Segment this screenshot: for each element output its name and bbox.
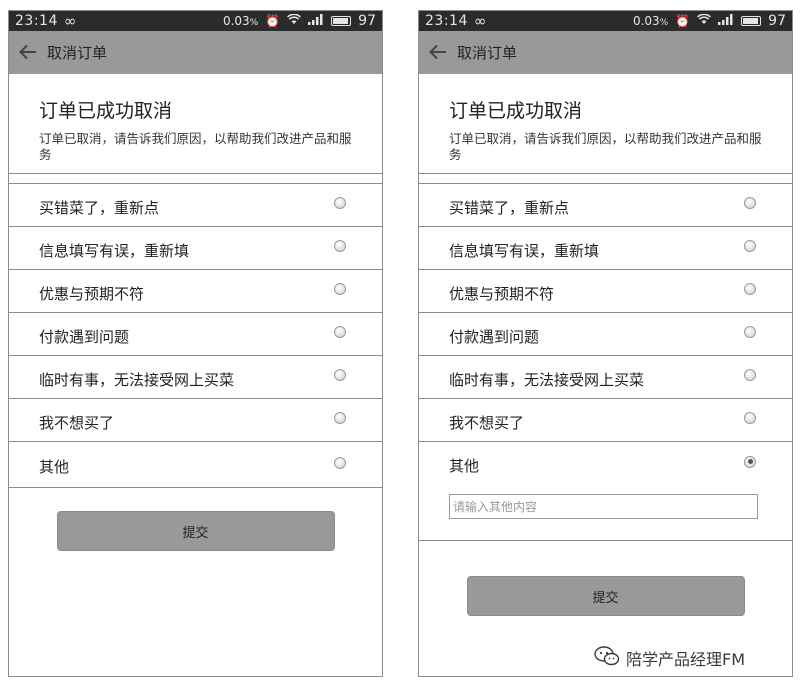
reason-list: 买错菜了，重新点 信息填写有误，重新填 优惠与预期不符 付款遇到问题 临时有事，… xyxy=(419,184,792,485)
watermark: 陪学产品经理FM xyxy=(592,646,748,670)
reason-label: 买错菜了，重新点 xyxy=(39,198,160,217)
divider xyxy=(419,174,792,184)
reason-option-other[interactable]: 其他 xyxy=(419,442,792,485)
alarm-icon: ⏰ xyxy=(675,14,691,28)
page-title: 取消订单 xyxy=(47,44,108,62)
radio-button[interactable] xyxy=(334,197,346,209)
header-subtitle: 订单已取消，请告诉我们原因，以帮助我们改进产品和服务 xyxy=(39,131,352,162)
battery-icon xyxy=(741,16,762,26)
reason-option[interactable]: 买错菜了，重新点 xyxy=(419,184,792,227)
other-reason-input[interactable]: 请输入其他内容 xyxy=(449,494,758,519)
radio-button[interactable] xyxy=(334,283,346,295)
submit-area: 提交 xyxy=(9,511,382,551)
back-arrow-icon[interactable] xyxy=(19,43,37,63)
status-time: 23:14 xyxy=(425,13,468,29)
phone-screen-right: 23:14 ∞ 0.03% ⏰ 97 取消订单 订单已成功取消 订单已取消，请告… xyxy=(418,10,793,677)
reason-list: 买错菜了，重新点 信息填写有误，重新填 优惠与预期不符 付款遇到问题 临时有事，… xyxy=(9,184,382,488)
radio-button[interactable] xyxy=(334,369,346,381)
reason-option[interactable]: 我不想买了 xyxy=(419,399,792,442)
data-rate: 0.03% xyxy=(632,14,669,28)
wifi-icon xyxy=(287,13,302,28)
battery-level: 97 xyxy=(358,13,376,29)
reason-option-other[interactable]: 其他 xyxy=(9,442,382,488)
reason-label: 我不想买了 xyxy=(39,413,115,432)
watermark-text: 陪学产品经理FM xyxy=(626,650,746,669)
nav-bar: 取消订单 xyxy=(9,31,382,74)
signal-icon xyxy=(718,14,734,28)
status-time: 23:14 xyxy=(15,13,58,29)
radio-button[interactable] xyxy=(744,369,756,381)
reason-option[interactable]: 优惠与预期不符 xyxy=(419,270,792,313)
reason-option[interactable]: 临时有事，无法接受网上买菜 xyxy=(419,356,792,399)
header-title: 订单已成功取消 xyxy=(39,100,173,122)
header-title: 订单已成功取消 xyxy=(449,100,583,122)
reason-label: 买错菜了，重新点 xyxy=(449,198,570,217)
cancel-header: 订单已成功取消 订单已取消，请告诉我们原因，以帮助我们改进产品和服务 xyxy=(9,74,382,174)
reason-option[interactable]: 信息填写有误，重新填 xyxy=(9,227,382,270)
reason-label: 信息填写有误，重新填 xyxy=(39,241,190,260)
radio-button[interactable] xyxy=(744,197,756,209)
page-title: 取消订单 xyxy=(457,44,518,62)
radio-button[interactable] xyxy=(744,412,756,424)
submit-button[interactable]: 提交 xyxy=(56,511,335,551)
reason-option[interactable]: 信息填写有误，重新填 xyxy=(419,227,792,270)
infinity-icon: ∞ xyxy=(63,12,77,30)
reason-label: 优惠与预期不符 xyxy=(39,284,145,303)
reason-label: 临时有事，无法接受网上买菜 xyxy=(449,370,645,389)
wifi-icon xyxy=(697,13,712,28)
reason-label: 其他 xyxy=(39,458,70,476)
reason-label: 其他 xyxy=(449,457,480,475)
radio-button[interactable] xyxy=(334,456,346,469)
data-rate: 0.03% xyxy=(222,14,259,28)
radio-button[interactable] xyxy=(334,412,346,424)
reason-option[interactable]: 我不想买了 xyxy=(9,399,382,442)
status-bar: 23:14 ∞ 0.03% ⏰ 97 xyxy=(419,11,792,31)
wechat-icon xyxy=(594,646,620,670)
radio-button[interactable] xyxy=(744,240,756,252)
header-subtitle: 订单已取消，请告诉我们原因，以帮助我们改进产品和服务 xyxy=(449,131,762,162)
reason-option[interactable]: 临时有事，无法接受网上买菜 xyxy=(9,356,382,399)
divider xyxy=(9,174,382,184)
radio-button[interactable] xyxy=(744,283,756,295)
battery-icon xyxy=(331,16,352,26)
reason-label: 付款遇到问题 xyxy=(39,327,130,346)
signal-icon xyxy=(308,14,324,28)
other-reason-box: 请输入其他内容 xyxy=(419,485,792,541)
infinity-icon: ∞ xyxy=(473,12,487,30)
reason-option[interactable]: 优惠与预期不符 xyxy=(9,270,382,313)
radio-button[interactable] xyxy=(334,240,346,252)
reason-label: 付款遇到问题 xyxy=(449,327,540,346)
battery-level: 97 xyxy=(768,13,786,29)
reason-label: 信息填写有误，重新填 xyxy=(449,241,600,260)
radio-button-selected[interactable] xyxy=(744,455,756,468)
submit-button[interactable]: 提交 xyxy=(466,576,745,616)
status-bar: 23:14 ∞ 0.03% ⏰ 97 xyxy=(9,11,382,31)
back-arrow-icon[interactable] xyxy=(429,43,447,63)
radio-button[interactable] xyxy=(334,326,346,338)
alarm-icon: ⏰ xyxy=(265,14,281,28)
nav-bar: 取消订单 xyxy=(419,31,792,74)
reason-option[interactable]: 买错菜了，重新点 xyxy=(9,184,382,227)
reason-label: 我不想买了 xyxy=(449,413,525,432)
phone-screen-left: 23:14 ∞ 0.03% ⏰ 97 取消订单 订单已成功取消 订单已取消，请告… xyxy=(8,10,383,677)
reason-option[interactable]: 付款遇到问题 xyxy=(419,313,792,356)
reason-label: 临时有事，无法接受网上买菜 xyxy=(39,370,235,389)
reason-option[interactable]: 付款遇到问题 xyxy=(9,313,382,356)
submit-area: 提交 xyxy=(419,576,792,616)
cancel-header: 订单已成功取消 订单已取消，请告诉我们原因，以帮助我们改进产品和服务 xyxy=(419,74,792,174)
radio-button[interactable] xyxy=(744,326,756,338)
reason-label: 优惠与预期不符 xyxy=(449,284,555,303)
